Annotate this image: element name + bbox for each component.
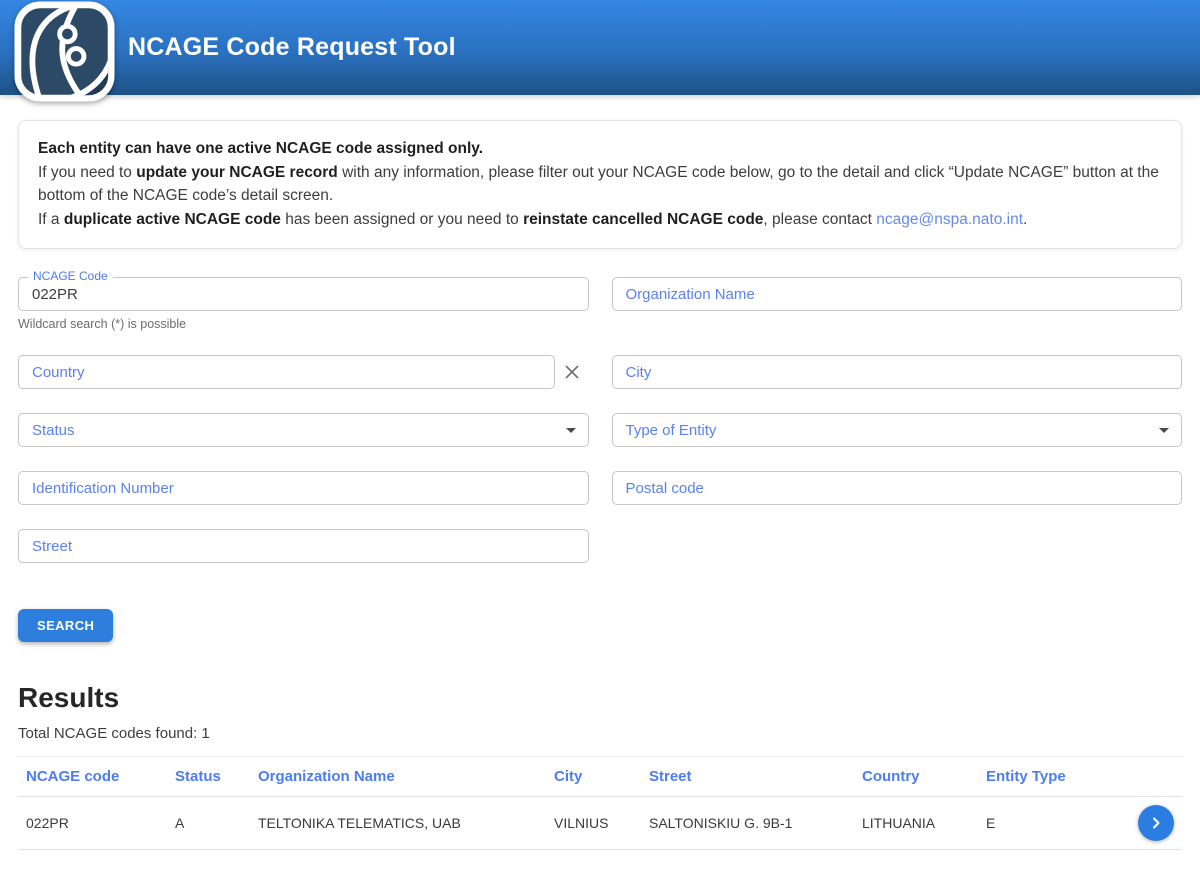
app-header: NCAGE Code Request Tool <box>0 0 1200 95</box>
search-form: NCAGE Code Wildcard search (*) is possib… <box>18 277 1182 642</box>
wildcard-helper-text: Wildcard search (*) is possible <box>18 317 589 331</box>
status-field <box>18 413 589 447</box>
column-header-entity-type: Entity Type <box>978 757 1108 797</box>
cell-city: VILNIUS <box>546 797 641 850</box>
column-header-country: Country <box>854 757 978 797</box>
column-header-actions <box>1108 757 1182 797</box>
results-total-count: Total NCAGE codes found: 1 <box>18 725 1182 742</box>
street-input[interactable] <box>18 529 589 563</box>
page: NCAGE Code Request Tool Each entity can … <box>0 0 1200 874</box>
main-content: Each entity can have one active NCAGE co… <box>0 120 1200 874</box>
row-detail-button[interactable] <box>1138 805 1174 841</box>
clear-icon <box>562 362 582 382</box>
page-title: NCAGE Code Request Tool <box>128 33 456 62</box>
cell-entity-type: E <box>978 797 1108 850</box>
contact-email-link[interactable]: ncage@nspa.nato.int <box>876 211 1023 228</box>
notice-line-2: If you need to update your NCAGE record … <box>38 161 1162 208</box>
city-input[interactable] <box>612 355 1183 389</box>
column-header-ncage-code: NCAGE code <box>18 757 167 797</box>
ncage-code-field: NCAGE Code Wildcard search (*) is possib… <box>18 277 589 331</box>
column-header-city: City <box>546 757 641 797</box>
results-heading: Results <box>18 682 1182 714</box>
column-header-status: Status <box>167 757 250 797</box>
status-select[interactable] <box>18 413 589 447</box>
ncage-logo-icon <box>14 1 115 102</box>
results-table: NCAGE code Status Organization Name City… <box>18 756 1182 850</box>
notice-box: Each entity can have one active NCAGE co… <box>18 120 1182 249</box>
cell-organization-name: TELTONIKA TELEMATICS, UAB <box>250 797 546 850</box>
column-header-street: Street <box>641 757 854 797</box>
identification-number-field <box>18 471 589 505</box>
cell-status: A <box>167 797 250 850</box>
notice-line-3: If a duplicate active NCAGE code has bee… <box>38 208 1162 232</box>
results-section: Results Total NCAGE codes found: 1 NCAGE… <box>18 682 1182 850</box>
ncage-code-label: NCAGE Code <box>28 269 113 284</box>
country-clear-button[interactable] <box>555 355 589 389</box>
postal-code-field <box>612 471 1183 505</box>
country-field <box>18 355 589 389</box>
type-of-entity-select[interactable] <box>612 413 1183 447</box>
results-table-header-row: NCAGE code Status Organization Name City… <box>18 757 1182 797</box>
organization-name-input[interactable] <box>612 277 1183 311</box>
notice-line-1: Each entity can have one active NCAGE co… <box>38 137 1162 161</box>
cell-country: LITHUANIA <box>854 797 978 850</box>
street-field <box>18 529 589 563</box>
country-input[interactable] <box>18 355 555 389</box>
cell-actions <box>1108 797 1182 850</box>
table-row: 022PR A TELTONIKA TELEMATICS, UAB VILNIU… <box>18 797 1182 850</box>
postal-code-input[interactable] <box>612 471 1183 505</box>
chevron-right-icon <box>1148 815 1164 831</box>
notice-line-1-bold: Each entity can have one active NCAGE co… <box>38 140 483 157</box>
identification-number-input[interactable] <box>18 471 589 505</box>
organization-name-field <box>612 277 1183 311</box>
cell-ncage-code: 022PR <box>18 797 167 850</box>
type-of-entity-field <box>612 413 1183 447</box>
cell-street: SALTONISKIU G. 9B-1 <box>641 797 854 850</box>
city-field <box>612 355 1183 389</box>
search-button[interactable]: SEARCH <box>18 609 113 642</box>
ncage-logo <box>14 1 115 102</box>
column-header-organization-name: Organization Name <box>250 757 546 797</box>
